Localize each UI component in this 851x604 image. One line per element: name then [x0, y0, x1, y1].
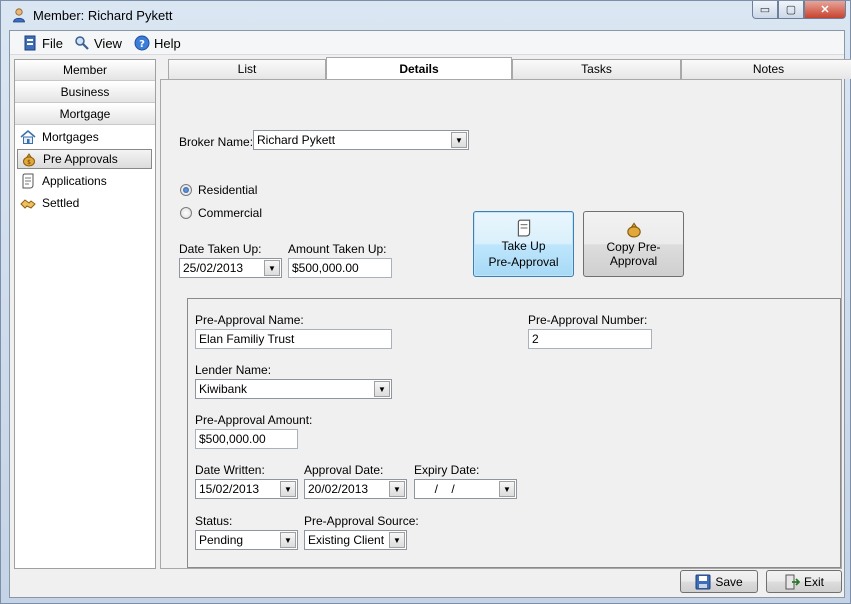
date-taken-up-picker[interactable]: 25/02/2013 ▼ [179, 258, 282, 278]
commercial-label: Commercial [198, 206, 263, 220]
status-label: Status: [195, 514, 233, 528]
pre-approval-number-field[interactable]: 2 [528, 329, 652, 349]
pre-approval-number-label: Pre-Approval Number: [528, 313, 648, 327]
exit-label: Exit [803, 574, 824, 589]
tree-item-label: Applications [42, 174, 107, 188]
minimize-button[interactable]: ▭ [752, 1, 778, 19]
menu-view[interactable]: View [74, 34, 122, 52]
residential-label: Residential [198, 183, 258, 197]
save-button[interactable]: Save [680, 570, 758, 593]
chevron-down-icon[interactable]: ▼ [280, 481, 296, 497]
tree-item-label: Mortgages [42, 130, 99, 144]
svg-text:$: $ [27, 159, 31, 166]
tab-details[interactable]: Details [326, 57, 512, 79]
lender-name-label: Lender Name: [195, 363, 272, 377]
handshake-icon [20, 199, 36, 209]
house-icon [20, 130, 36, 144]
moneybag-icon: $ [23, 153, 35, 167]
scroll-icon [517, 219, 530, 237]
nav-member-button[interactable]: Member [15, 60, 155, 81]
approval-date-label: Approval Date: [304, 463, 384, 477]
save-icon [695, 574, 711, 589]
radio-checked-icon [180, 184, 192, 196]
pre-approval-group: Pre-Approval Name: Elan Familiy Trust Pr… [187, 298, 841, 568]
pre-approval-source-label: Pre-Approval Source: [304, 514, 419, 528]
commercial-radio[interactable]: Commercial [180, 206, 262, 220]
navigation-panel: Member Business Mortgage Mortgages $ Pre… [14, 59, 156, 569]
tab-list[interactable]: List [168, 59, 326, 79]
tree-item-label: Pre Approvals [43, 152, 118, 166]
copy-pre-approval-button[interactable]: Copy Pre-Approval [583, 211, 684, 277]
pre-approval-amount-label: Pre-Approval Amount: [195, 413, 313, 427]
expiry-date-label: Expiry Date: [414, 463, 480, 477]
broker-name-value: Richard Pykett [257, 133, 336, 147]
menu-file[interactable]: File [22, 34, 63, 52]
radio-unchecked-icon [180, 207, 192, 219]
pre-approval-name-field[interactable]: Elan Familiy Trust [195, 329, 392, 349]
tree-item-settled[interactable]: Settled [17, 193, 152, 213]
tab-notes[interactable]: Notes [681, 59, 851, 79]
lender-name-combo[interactable]: Kiwibank ▼ [195, 379, 392, 399]
menu-help[interactable]: ? Help [134, 34, 181, 52]
broker-name-combo[interactable]: Richard Pykett ▼ [253, 130, 469, 150]
chevron-down-icon[interactable]: ▼ [264, 260, 280, 276]
menu-view-label: View [94, 35, 122, 51]
copy-pre-approval-label: Copy Pre-Approval [606, 240, 661, 268]
file-icon [24, 35, 36, 51]
chevron-down-icon[interactable]: ▼ [499, 481, 515, 497]
menu-file-label: File [42, 35, 63, 51]
pre-approval-amount-field[interactable]: $500,000.00 [195, 429, 298, 449]
menu-bar: File View ? Help [10, 31, 844, 55]
date-written-label: Date Written: [195, 463, 265, 477]
amount-taken-up-field[interactable]: $500,000.00 [288, 258, 392, 278]
moneybag-icon [626, 222, 641, 238]
amount-taken-up-label: Amount Taken Up: [288, 242, 387, 256]
nav-mortgage-button[interactable]: Mortgage [15, 104, 155, 125]
pre-approval-name-label: Pre-Approval Name: [195, 313, 304, 327]
tree-item-label: Settled [42, 196, 80, 210]
chevron-down-icon[interactable]: ▼ [374, 381, 390, 397]
save-label: Save [715, 574, 743, 589]
expiry-date-picker[interactable]: / / ▼ [414, 479, 517, 499]
maximize-button[interactable]: ▢ [778, 1, 804, 19]
menu-help-label: Help [154, 35, 181, 51]
help-icon: ? [134, 35, 150, 51]
scroll-icon [22, 173, 34, 189]
broker-name-label: Broker Name: [179, 135, 254, 149]
tab-strip: List Details Tasks Notes [160, 57, 851, 79]
take-up-label-line2: Pre-Approval [488, 255, 559, 269]
pre-approval-source-combo[interactable]: Existing Client ▼ [304, 530, 407, 550]
exit-button[interactable]: Exit [766, 570, 842, 593]
svg-text:?: ? [139, 39, 145, 50]
client-area: File View ? Help Member Business Mortgag… [9, 30, 851, 598]
tree-item-applications[interactable]: Applications [17, 171, 152, 191]
date-taken-up-label: Date Taken Up: [179, 242, 262, 256]
take-up-pre-approval-button[interactable]: Take Up Pre-Approval [473, 211, 574, 277]
close-button[interactable]: ✕ [804, 1, 846, 19]
tab-tasks[interactable]: Tasks [512, 59, 681, 79]
lender-name-value: Kiwibank [199, 382, 248, 396]
chevron-down-icon[interactable]: ▼ [280, 532, 296, 548]
application-window: Member: Richard Pykett ▭ ▢ ✕ File View ?… [0, 0, 851, 604]
title-bar[interactable]: Member: Richard Pykett ▭ ▢ ✕ [1, 1, 850, 29]
window-title: Member: Richard Pykett [33, 8, 173, 23]
tree-item-mortgages[interactable]: Mortgages [17, 127, 152, 147]
take-up-label-line1: Take Up [501, 239, 546, 253]
user-icon [13, 8, 25, 23]
nav-business-button[interactable]: Business [15, 82, 155, 103]
exit-icon [785, 574, 800, 589]
tree-item-pre-approvals[interactable]: $ Pre Approvals [17, 149, 152, 169]
chevron-down-icon[interactable]: ▼ [389, 481, 405, 497]
details-panel: Broker Name: Richard Pykett ▼ Residentia… [160, 79, 842, 569]
magnifier-icon [75, 36, 89, 50]
chevron-down-icon[interactable]: ▼ [389, 532, 405, 548]
residential-radio[interactable]: Residential [180, 183, 257, 197]
status-combo[interactable]: Pending ▼ [195, 530, 298, 550]
chevron-down-icon[interactable]: ▼ [451, 132, 467, 148]
date-written-picker[interactable]: 15/02/2013 ▼ [195, 479, 298, 499]
approval-date-picker[interactable]: 20/02/2013 ▼ [304, 479, 407, 499]
